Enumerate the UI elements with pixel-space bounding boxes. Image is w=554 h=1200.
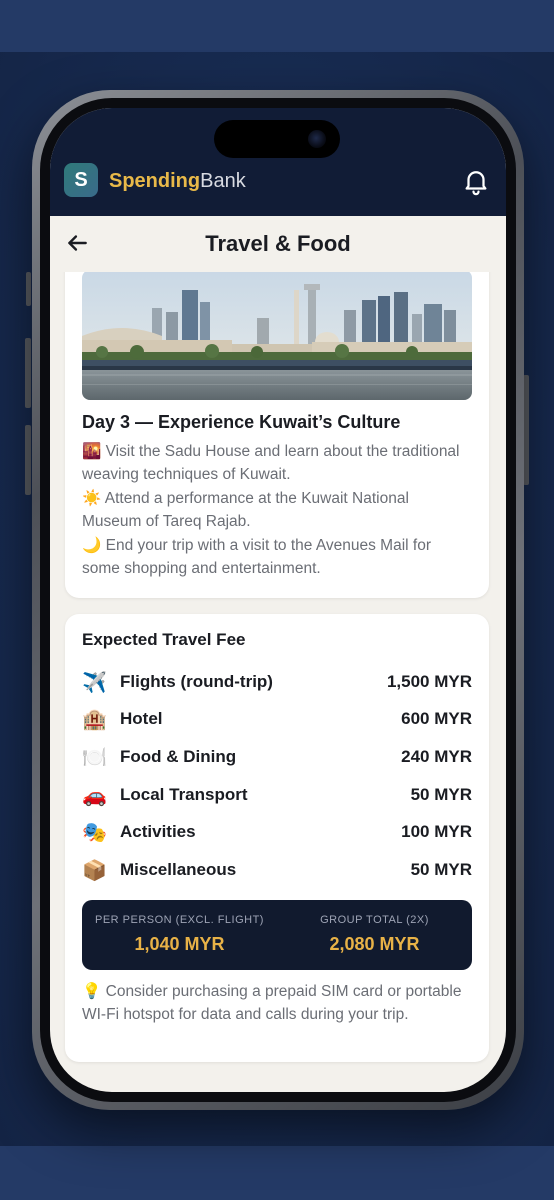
totals-summary: PER PERSON (EXCL. FLIGHT) 1,040 MYR GROU… <box>82 900 472 970</box>
fee-value: 50 MYR <box>410 785 472 804</box>
fee-label: Flights (round-trip) <box>120 672 273 691</box>
theater-masks-icon: 🎭 <box>82 822 107 844</box>
brand-name-bold: Spending <box>109 170 201 192</box>
itinerary-text: Attend a performance at the Kuwait Natio… <box>82 490 409 530</box>
fee-value: 600 MYR <box>401 709 472 728</box>
travel-fee-card: Expected Travel Fee ✈️ Flights (round-tr… <box>65 614 489 1062</box>
dynamic-island <box>214 120 340 158</box>
itinerary-item: 🌙 End your trip with a visit to the Aven… <box>82 534 472 580</box>
top-band <box>0 0 554 52</box>
fee-label: Activities <box>120 822 196 841</box>
plate-icon: 🍽️ <box>82 747 107 769</box>
brand-name: SpendingBank <box>109 168 246 194</box>
group-total-value: 2,080 MYR <box>329 934 420 954</box>
lightbulb-icon: 💡 <box>82 983 102 1000</box>
car-icon: 🚗 <box>82 785 107 807</box>
itinerary-item: ☀️ Attend a performance at the Kuwait Na… <box>82 487 472 533</box>
fee-row-transport: 🚗 Local Transport 50 MYR <box>82 781 472 811</box>
page-title: Travel & Food <box>205 231 351 256</box>
fee-value: 1,500 MYR <box>386 672 472 691</box>
itinerary-text: Visit the Sadu House and learn about the… <box>82 443 460 483</box>
fee-value: 240 MYR <box>401 747 472 766</box>
volume-down-button <box>25 425 31 495</box>
fee-row-flights: ✈️ Flights (round-trip) 1,500 MYR <box>82 668 472 698</box>
airplane-icon: ✈️ <box>82 672 107 694</box>
volume-up-button <box>25 338 31 408</box>
fee-row-hotel: 🏨 Hotel 600 MYR <box>82 705 472 735</box>
hotel-icon: 🏨 <box>82 709 107 731</box>
per-person-value: 1,040 MYR <box>134 934 225 954</box>
travel-tip: 💡 Consider purchasing a prepaid SIM card… <box>82 980 472 1026</box>
per-person-label: PER PERSON (EXCL. FLIGHT) <box>95 914 264 926</box>
nav-bar: Travel & Food <box>50 216 506 272</box>
itinerary-item: 🌇 Visit the Sadu House and learn about t… <box>82 440 472 486</box>
itinerary-text: End your trip with a visit to the Avenue… <box>82 537 431 577</box>
sunset-icon: 🌇 <box>82 443 102 460</box>
itinerary-card: Day 3 — Experience Kuwait’s Culture 🌇 Vi… <box>65 272 489 598</box>
fee-label: Local Transport <box>120 785 248 804</box>
fee-row-activities: 🎭 Activities 100 MYR <box>82 818 472 848</box>
group-total-label: GROUP TOTAL (2X) <box>320 914 429 926</box>
fee-label: Hotel <box>120 709 163 728</box>
fee-value: 50 MYR <box>410 860 472 879</box>
camera-icon <box>308 130 326 148</box>
fee-row-misc: 📦 Miscellaneous 50 MYR <box>82 856 472 886</box>
day-title: Day 3 — Experience Kuwait’s Culture <box>82 412 401 432</box>
brand-name-light: Bank <box>200 170 246 192</box>
app-logo: S <box>64 163 98 197</box>
tip-text: Consider purchasing a prepaid SIM card o… <box>82 983 462 1023</box>
package-icon: 📦 <box>82 860 107 882</box>
bottom-band <box>0 1146 554 1200</box>
fee-row-food: 🍽️ Food & Dining 240 MYR <box>82 743 472 773</box>
bell-icon[interactable] <box>461 166 491 196</box>
fee-card-title: Expected Travel Fee <box>82 630 246 649</box>
kuwait-city-photo <box>82 272 472 400</box>
sun-icon: ☀️ <box>82 490 102 507</box>
fee-label: Miscellaneous <box>120 860 237 879</box>
fee-value: 100 MYR <box>401 822 472 841</box>
phone-screen: S SpendingBank Travel & Food Day 3 — Exp… <box>50 108 506 1092</box>
silent-switch <box>26 272 31 306</box>
fee-label: Food & Dining <box>120 747 237 766</box>
scroll-content[interactable]: Day 3 — Experience Kuwait’s Culture 🌇 Vi… <box>50 272 506 1092</box>
moon-icon: 🌙 <box>82 537 102 554</box>
